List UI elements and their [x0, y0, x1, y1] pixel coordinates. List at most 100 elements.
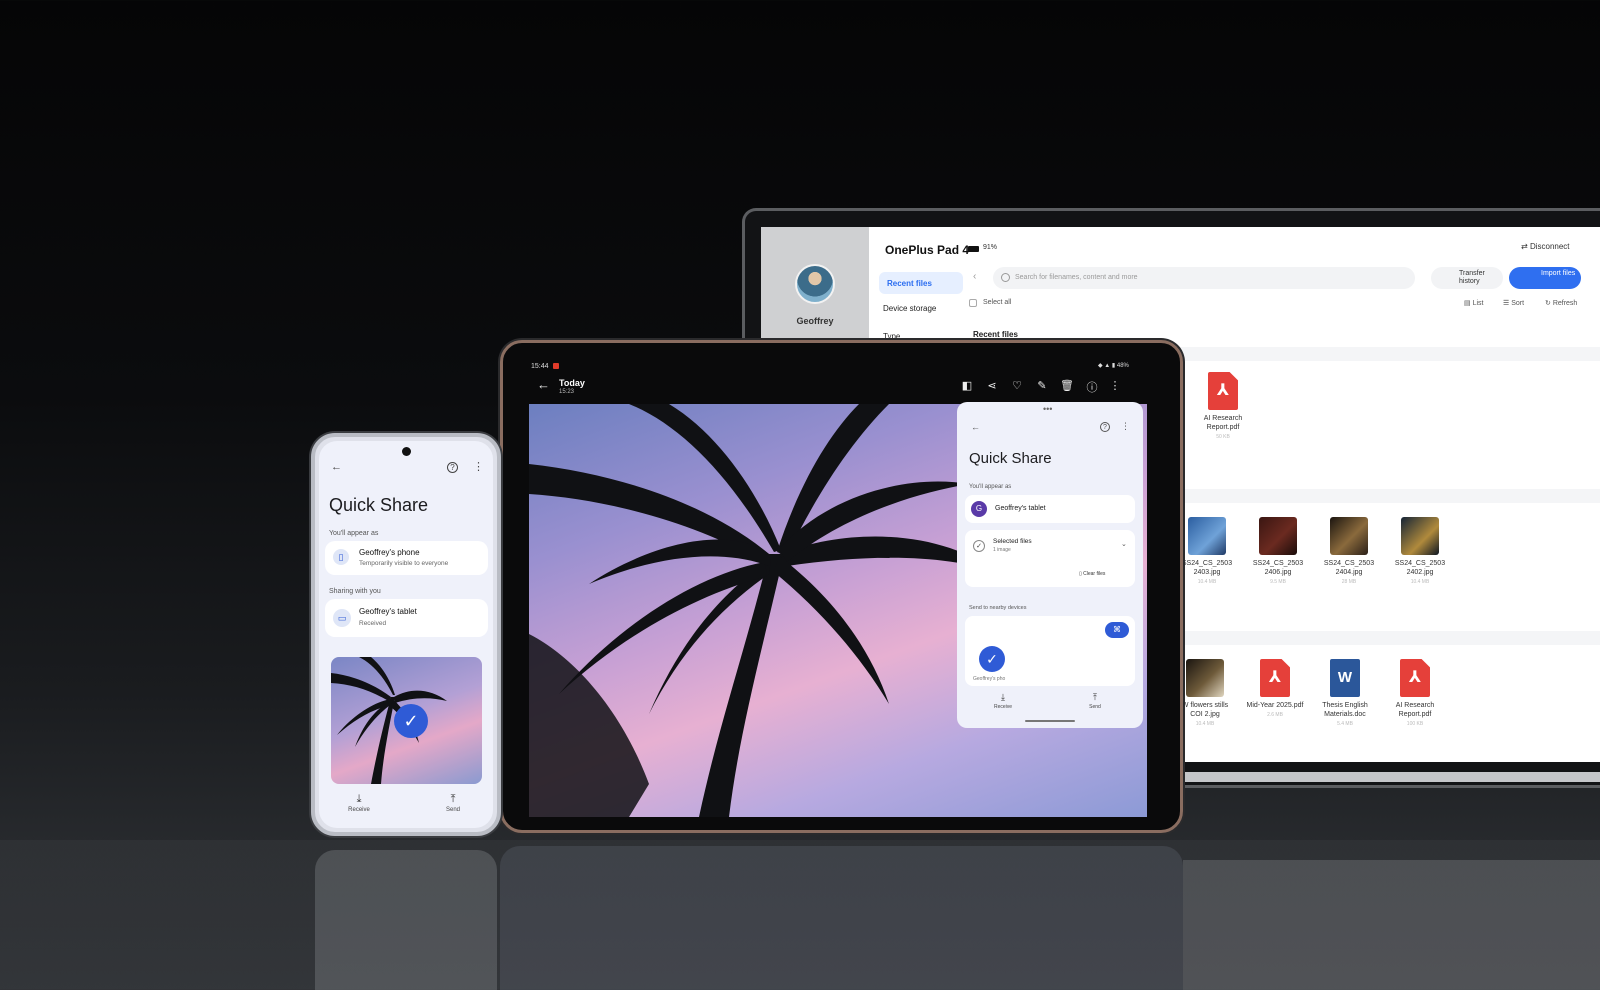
pdf-icon: ⅄: [1208, 372, 1238, 410]
send-icon[interactable]: ⤒: [1087, 692, 1103, 703]
section-title: Recent files: [973, 330, 1018, 339]
image-thumbnail: [1186, 659, 1224, 697]
status-time: 15:44: [531, 363, 549, 370]
device-initial-avatar: G: [971, 501, 987, 517]
receive-icon[interactable]: ⤓: [351, 793, 367, 806]
file-item[interactable]: W flowers stills COI 2.jpg 10.4 MB: [1175, 659, 1235, 727]
more-icon[interactable]: ⋮: [473, 460, 484, 473]
tablet-reflection: [500, 846, 1183, 990]
sharing-with-you-label: Sharing with you: [329, 588, 381, 595]
receive-tab-label[interactable]: Receive: [985, 704, 1021, 710]
drag-handle-icon[interactable]: •••: [1043, 404, 1052, 414]
image-thumbnail: [1188, 517, 1226, 555]
quick-share-title: Quick Share: [969, 450, 1052, 467]
nearby-devices-area: ⌘ ✓ Geoffrey's pho: [965, 616, 1135, 686]
back-icon[interactable]: ←: [537, 377, 550, 392]
phone-reflection: [315, 850, 497, 990]
info-icon[interactable]: ⓘ: [1085, 379, 1099, 395]
tablet-icon: ▭: [333, 609, 351, 627]
incoming-share-card[interactable]: ▭ Geoffrey's tablet Received: [325, 599, 488, 637]
send-tab-label[interactable]: Send: [1077, 704, 1113, 710]
edit-icon[interactable]: ✎: [1035, 379, 1049, 392]
received-check-icon: ✓: [394, 704, 428, 738]
select-all-checkbox[interactable]: [969, 299, 977, 307]
share-icon[interactable]: ⋖: [985, 379, 999, 392]
group-header: [1161, 347, 1600, 361]
device-title: OnePlus Pad 4: [885, 243, 970, 257]
laptop-reflection: [1183, 860, 1600, 990]
back-icon[interactable]: ←: [971, 422, 980, 432]
send-tab-label[interactable]: Send: [435, 807, 471, 813]
target-device-name: Geoffrey's pho: [973, 676, 1006, 682]
delete-icon[interactable]: 🗑: [1060, 379, 1074, 392]
image-thumbnail: [1401, 517, 1439, 555]
user-name: Geoffrey: [796, 316, 834, 326]
favorite-icon[interactable]: ♡: [1010, 379, 1024, 392]
selected-files-card[interactable]: ✓ Selected files 1 image ⌄ ▯ Clear files: [965, 530, 1135, 587]
sort-button[interactable]: ☰ Sort: [1503, 299, 1524, 307]
target-device-selected-icon[interactable]: ✓: [979, 646, 1005, 672]
help-icon[interactable]: ?: [447, 462, 458, 473]
image-thumbnail: [1259, 517, 1297, 555]
refresh-button[interactable]: ↻ Refresh: [1545, 299, 1577, 307]
back-icon[interactable]: ‹: [973, 271, 976, 282]
avatar[interactable]: [795, 264, 835, 304]
pdf-icon: ⅄: [1260, 659, 1290, 697]
file-item[interactable]: ⅄ AI Research Report.pdf 50 KB: [1193, 372, 1253, 440]
clear-files-button[interactable]: ▯ Clear files: [1079, 571, 1105, 577]
group-header: [1161, 489, 1600, 503]
check-icon: ✓: [973, 540, 985, 552]
import-files-button[interactable]: Import files: [1509, 267, 1581, 289]
more-icon[interactable]: ⋮: [1108, 379, 1122, 392]
split-view-icon[interactable]: ◧: [960, 379, 974, 392]
device-visibility: Temporarily visible to everyone: [359, 560, 449, 567]
laptop-base: [1156, 772, 1600, 782]
camera-icon: [402, 447, 411, 456]
word-doc-icon: W: [1330, 659, 1360, 697]
select-all-label: Select all: [983, 299, 1012, 306]
file-item[interactable]: W Thesis English Materials.doc 5.4 MB: [1315, 659, 1375, 727]
nav-recent-files[interactable]: Recent files: [879, 272, 963, 294]
device-name-card[interactable]: G Geoffrey's tablet: [965, 495, 1135, 523]
device-name: Geoffrey's tablet: [995, 505, 1046, 512]
back-icon[interactable]: ←: [331, 461, 342, 473]
battery-level: 91%: [983, 244, 998, 251]
phone-screen: ← ? ⋮ Quick Share You'll appear as ▯ Geo…: [319, 441, 493, 828]
search-input[interactable]: Search for filenames, content and more: [993, 267, 1415, 289]
floor-reflection: [0, 840, 1600, 990]
phone-icon: ▯: [333, 549, 349, 565]
chevron-down-icon[interactable]: ⌄: [1121, 540, 1127, 548]
transfer-history-button[interactable]: Transfer history: [1431, 267, 1503, 289]
file-item[interactable]: SS24_CS_2503 2404.jpg 28 MB: [1319, 517, 1379, 585]
send-nearby-label: Send to nearby devices: [969, 605, 1027, 611]
disconnect-button[interactable]: ⇄ Disconnect: [1521, 242, 1570, 251]
image-thumbnail: [1330, 517, 1368, 555]
tablet-device: 15:44 ◆ ▲ ▮ 48% ← Today 15:23 ◧ ⋖ ♡ ✎ 🗑 …: [500, 340, 1183, 833]
file-item[interactable]: SS24_CS_2503 2403.jpg 10.4 MB: [1177, 517, 1237, 585]
file-item[interactable]: SS24_CS_2503 2406.jpg 9.5 MB: [1248, 517, 1308, 585]
group-header: [1161, 631, 1600, 645]
status-battery: ◆ ▲ ▮ 48%: [1098, 363, 1129, 369]
device-name: Geoffrey's phone: [359, 548, 420, 557]
help-icon[interactable]: ?: [1100, 422, 1110, 432]
gallery-date: Today: [559, 378, 585, 388]
receive-tab-label[interactable]: Receive: [341, 807, 377, 813]
gallery-time: 15:23: [559, 389, 575, 395]
qr-code-icon[interactable]: ⌘: [1105, 622, 1129, 638]
nav-device-storage[interactable]: Device storage: [883, 304, 936, 313]
device-name-card[interactable]: ▯ Geoffrey's phone Temporarily visible t…: [325, 541, 488, 575]
quick-share-title: Quick Share: [329, 495, 429, 515]
file-item[interactable]: SS24_CS_2503 2402.jpg 10.4 MB: [1390, 517, 1450, 585]
file-item[interactable]: ⅄ AI Research Report.pdf 100 KB: [1385, 659, 1445, 727]
sharing-status: Received: [359, 620, 387, 627]
send-icon[interactable]: ⤒: [445, 793, 461, 806]
search-icon: [1001, 273, 1010, 282]
appear-as-label: You'll appear as: [969, 484, 1012, 490]
recording-indicator-icon: [553, 363, 559, 369]
phone-device: ← ? ⋮ Quick Share You'll appear as ▯ Geo…: [311, 433, 501, 836]
list-view-button[interactable]: ▤ List: [1464, 299, 1483, 307]
received-photo[interactable]: ✓: [331, 657, 482, 784]
receive-icon[interactable]: ⤓: [995, 692, 1011, 703]
more-icon[interactable]: ⋮: [1121, 421, 1130, 432]
file-item[interactable]: ⅄ Mid-Year 2025.pdf 2.6 MB: [1245, 659, 1305, 718]
